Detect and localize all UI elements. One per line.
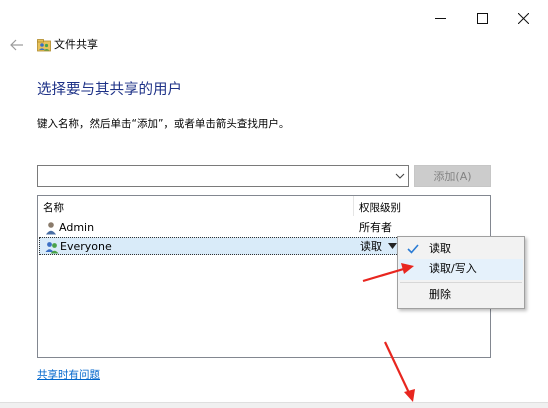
- menu-separator: [400, 282, 522, 283]
- maximize-button[interactable]: [462, 3, 502, 33]
- menu-item-label: 读取: [429, 242, 451, 255]
- user-icon: [46, 222, 56, 235]
- sharing-help-link[interactable]: 共享时有问题: [37, 367, 100, 383]
- menu-item-remove[interactable]: 删除: [399, 285, 523, 306]
- minimize-icon: [434, 17, 446, 19]
- footer-bar: [0, 402, 548, 408]
- permission-dropdown-arrow-icon[interactable]: [388, 243, 397, 250]
- row-name: Everyone: [60, 240, 112, 253]
- menu-item-label: 删除: [429, 288, 451, 301]
- row-name: Admin: [59, 221, 95, 234]
- group-icon: [45, 242, 59, 254]
- column-header-permission[interactable]: 权限级别: [359, 200, 401, 216]
- table-row-admin[interactable]: Admin 所有者: [39, 219, 489, 237]
- combo-dropdown-arrow-icon[interactable]: [395, 172, 405, 180]
- back-arrow-icon: [10, 39, 23, 51]
- check-icon: [407, 244, 419, 254]
- menu-item-read-write[interactable]: 读取/写入: [399, 259, 523, 280]
- page-heading: 选择要与其共享的用户: [37, 82, 182, 98]
- close-button[interactable]: [503, 3, 543, 33]
- minimize-button[interactable]: [420, 3, 460, 33]
- user-combo-box[interactable]: [37, 165, 409, 187]
- permission-menu: 读取 读取/写入 删除: [397, 236, 525, 309]
- file-share-icon: [37, 38, 51, 52]
- window-title: 文件共享: [54, 38, 98, 51]
- back-button[interactable]: [8, 36, 26, 54]
- menu-item-read[interactable]: 读取: [399, 239, 523, 260]
- column-header-name[interactable]: 名称: [43, 200, 64, 216]
- row-permission: 所有者: [359, 221, 392, 234]
- row-permission[interactable]: 读取: [360, 239, 382, 255]
- add-button[interactable]: 添加(A): [414, 165, 491, 187]
- user-name-input[interactable]: [38, 166, 388, 186]
- maximize-icon: [476, 12, 488, 24]
- close-icon: [517, 12, 529, 24]
- menu-item-label: 读取/写入: [429, 262, 477, 275]
- column-divider[interactable]: [353, 196, 354, 216]
- instruction-text: 键入名称，然后单击“添加”，或者单击箭头查找用户。: [37, 118, 290, 130]
